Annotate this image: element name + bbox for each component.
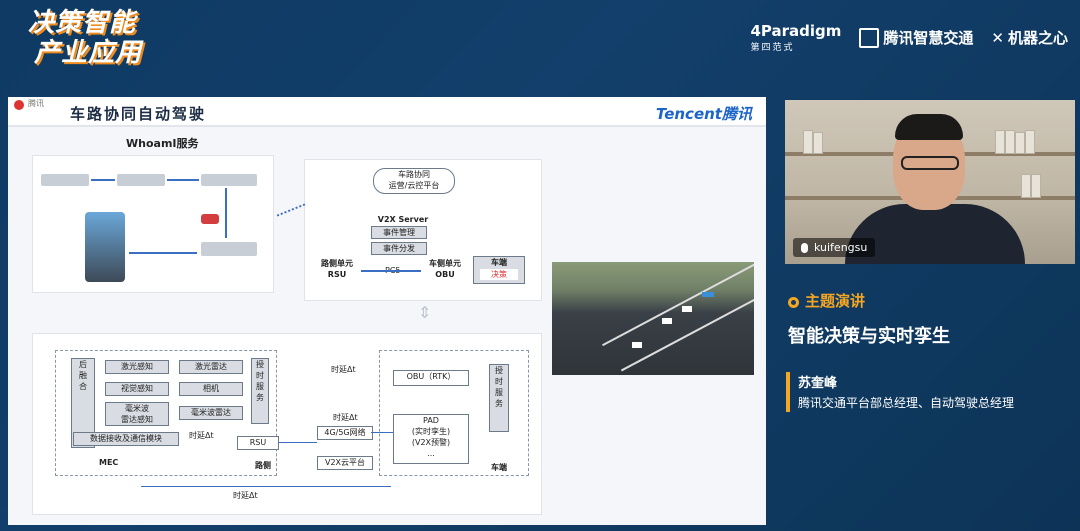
topic-label: 主题演讲: [788, 290, 865, 311]
road-scene-1: [41, 174, 89, 186]
paradigm-logo: 4Paradigm 第四范式: [750, 22, 842, 53]
gear-icon: [788, 297, 799, 308]
timing-service-box-2: 授 时 服 务: [489, 364, 509, 432]
architecture-panel: 后 融 合 激光感知 视觉感知 毫米波 雷达感知 激光雷达 相机 毫米波雷达 授…: [32, 333, 542, 515]
glasses-icon: [901, 156, 959, 170]
rsu-node: RSU: [237, 436, 279, 450]
delay-label-4: 时延Δt: [233, 491, 258, 500]
event-brand-title: 决策智能 产业应用: [28, 8, 142, 68]
platform-panel: 车路协同 运营/云控平台 V2X Server 事件管理 事件分发 路侧单元 R…: [304, 159, 542, 301]
road-scene-3: [201, 174, 257, 186]
brand-line-1: 决策智能: [28, 8, 137, 38]
slide-header: 腾讯 车路协同自动驾驶 Tencent腾讯: [8, 97, 766, 127]
data-module-box: 数据接收及通信模块: [73, 432, 179, 446]
network-box: 4G/5G网络: [317, 426, 373, 440]
visual-perception-box: 视觉感知: [105, 382, 169, 396]
whoami-title: WhoamI服务: [126, 137, 199, 150]
speaker-role: 腾讯交通平台部总经理、自动驾驶总经理: [798, 396, 1015, 410]
tencent-transport-icon: [859, 28, 880, 49]
tencent-logo: Tencent腾讯: [655, 105, 752, 123]
flow-arrow: [129, 252, 197, 254]
jiqizhixin-logo: ✕ 机器之心: [991, 29, 1068, 47]
flow-arrow: [167, 179, 199, 181]
delay-label-1: 时延Δt: [189, 431, 214, 440]
delay-label-2: 时延Δt: [331, 365, 356, 374]
flow-arrow: [91, 179, 115, 181]
obu-box: 车侧单元 OBU: [425, 258, 465, 282]
event-mgmt-box: 事件管理: [371, 226, 427, 239]
cloud-platform: 车路协同 运营/云控平台: [373, 168, 455, 194]
road-simulation-image: [552, 262, 754, 375]
delay-label-3: 时延Δt: [333, 413, 358, 422]
sponsor-logos: 4Paradigm 第四范式 腾讯智慧交通 ✕ 机器之心: [750, 22, 1068, 53]
timing-service-box: 授 时 服 务: [251, 358, 269, 424]
vehicle-side-label: 车端: [491, 463, 507, 472]
mmwave-radar-box: 毫米波雷达: [179, 406, 243, 420]
event-dist-box: 事件分发: [371, 242, 427, 255]
road-scene-2: [117, 174, 165, 186]
pad-box: PAD (实时孪生) (V2X预警) ...: [393, 414, 469, 464]
slide-title: 车路协同自动驾驶: [70, 105, 207, 123]
flow-arrow: [225, 188, 227, 238]
presentation-slide: 腾讯 车路协同自动驾驶 Tencent腾讯 WhoamI服务 车路协同 运营/云…: [8, 97, 766, 525]
mmwave-perception-box: 毫米波 雷达感知: [105, 402, 169, 426]
dotted-link: [276, 203, 306, 217]
speaker-name: 苏奎峰: [798, 376, 838, 391]
speaker-hair: [895, 114, 963, 140]
brand-line-2: 产业应用: [34, 38, 143, 68]
car-icon: [201, 214, 219, 224]
participant-name-tag: kuifengsu: [793, 238, 876, 257]
rsu-box: 路侧单元 RSU: [317, 258, 357, 282]
slide-chip: 腾讯: [28, 99, 44, 108]
speaker-accent-bar: [786, 372, 790, 412]
roadside-label: 路侧: [255, 461, 271, 470]
road-scene-4: [201, 242, 257, 256]
x-mark-icon: ✕: [991, 29, 1004, 47]
vehicle-box: 车端 决策: [473, 256, 525, 284]
obu-rtk-box: OBU（RTK）: [393, 370, 469, 386]
delay-line: [141, 486, 391, 487]
double-arrow-icon: ⇕: [418, 303, 432, 322]
phone-screen: [85, 212, 125, 282]
lidar-perception-box: 激光感知: [105, 360, 169, 374]
microphone-icon: [801, 243, 808, 253]
whoami-panel: [32, 155, 274, 293]
camera-box: 相机: [179, 382, 243, 396]
rsu-network-line: [279, 442, 317, 443]
v2x-cloud-box: V2X云平台: [317, 456, 373, 470]
pc5-arrow: [361, 270, 421, 272]
mec-label: MEC: [99, 458, 119, 467]
tencent-transport-logo: 腾讯智慧交通: [859, 27, 973, 49]
network-pad-line: [371, 432, 393, 433]
v2x-server-label: V2X Server: [365, 214, 441, 224]
talk-title: 智能决策与实时孪生: [788, 326, 950, 347]
lidar-box: 激光雷达: [179, 360, 243, 374]
speaker-webcam: kuifengsu: [785, 100, 1075, 264]
record-dot-icon: [14, 100, 24, 110]
